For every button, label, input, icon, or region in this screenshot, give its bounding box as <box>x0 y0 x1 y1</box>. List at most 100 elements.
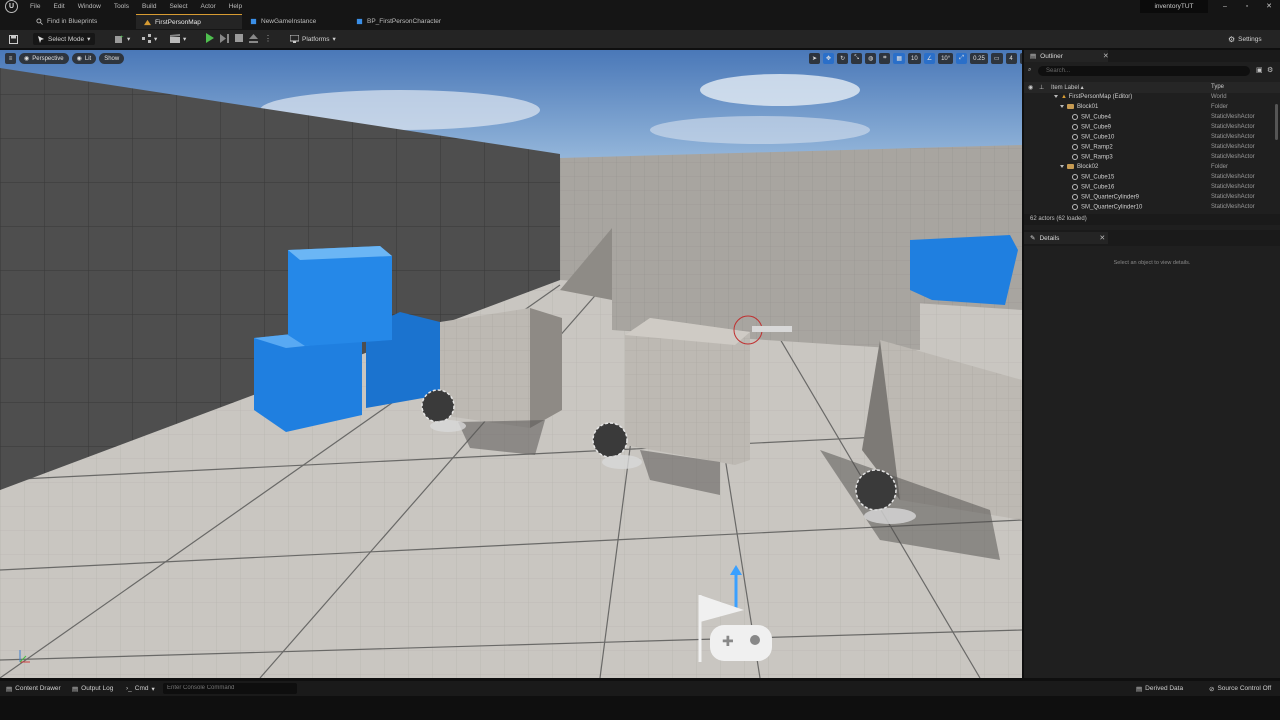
content-drawer-button[interactable]: ▤ Content Drawer <box>6 681 61 696</box>
menu-help[interactable]: Help <box>229 3 242 10</box>
outliner-row[interactable]: SM_Cube4 StaticMeshActor <box>1024 113 1272 123</box>
expander-icon[interactable] <box>1054 94 1058 98</box>
column-type-header[interactable]: Type <box>1211 84 1224 90</box>
scale-snap-value[interactable]: 0.25 <box>970 53 988 64</box>
blue-cube-right[interactable] <box>910 235 1018 305</box>
column-label-header[interactable]: Item Label ▴ <box>1051 84 1084 91</box>
row-label: SM_Cube15 <box>1081 174 1115 181</box>
add-actor-button[interactable]: + ▾ <box>115 34 130 43</box>
visibility-column-icon[interactable]: ◉ <box>1028 84 1033 91</box>
row-type: StaticMeshActor <box>1211 194 1255 200</box>
select-tool-icon[interactable]: ➤ <box>809 53 821 64</box>
add-folder-icon[interactable]: ▣ <box>1256 66 1263 74</box>
outliner-row[interactable]: SM_Ramp3 StaticMeshActor <box>1024 153 1272 163</box>
outliner-row[interactable]: Block02 Folder <box>1024 163 1272 173</box>
eject-icon[interactable] <box>249 33 258 43</box>
outliner-row[interactable]: SM_Cube9 StaticMeshActor <box>1024 123 1272 133</box>
row-label: FirstPersonMap (Editor) <box>1068 94 1133 100</box>
menu-build[interactable]: Build <box>142 3 156 10</box>
console-command-input[interactable] <box>163 683 297 694</box>
maximize-button[interactable]: ▫ <box>1236 0 1258 13</box>
save-icon[interactable] <box>9 35 18 44</box>
output-log-button[interactable]: ▤ Output Log <box>72 681 113 696</box>
viewport-menu-button[interactable]: ≡ <box>5 53 16 64</box>
outliner-row[interactable]: SM_QuarterCylinder10 StaticMeshActor <box>1024 203 1272 213</box>
derived-data-button[interactable]: ▤ Derived Data <box>1136 681 1183 696</box>
gear-icon[interactable]: ⚙ <box>1267 66 1273 74</box>
close-icon[interactable]: ✕ <box>1099 234 1105 242</box>
menu-tools[interactable]: Tools <box>114 3 129 10</box>
play-options-icon[interactable]: ⋮ <box>264 34 272 43</box>
document-tab-bar: Find in Blueprints FirstPersonMap NewGam… <box>0 13 1280 30</box>
minimize-button[interactable]: – <box>1214 0 1236 13</box>
outliner-row[interactable]: ▲ FirstPersonMap (Editor) World <box>1024 93 1272 103</box>
expander-icon[interactable] <box>1060 105 1064 108</box>
settings-label: Settings <box>1238 35 1262 43</box>
row-label: SM_QuarterCylinder9 <box>1081 194 1140 201</box>
menu-file[interactable]: File <box>30 3 40 10</box>
tab-bp-first-person-character[interactable]: BP_FirstPersonCharacter <box>348 14 449 29</box>
show-label: Show <box>104 55 120 62</box>
row-type: StaticMeshActor <box>1211 174 1255 180</box>
outliner-scrollbar[interactable] <box>1275 104 1278 140</box>
level-viewport[interactable]: ✚ ≡ ◉ Perspective ◉ Lit Show ➤ ✥ ↻ ⤡ ◍ ⌗ <box>0 50 1022 678</box>
play-controls: ⋮ <box>206 33 272 43</box>
grid-snap-icon[interactable]: ▦ <box>893 53 906 64</box>
camera-speed-value[interactable]: 4 <box>1005 53 1017 64</box>
tab-find-in-blueprints[interactable]: Find in Blueprints <box>28 14 105 29</box>
translate-tool-icon[interactable]: ✥ <box>823 53 835 64</box>
platforms-label: Platforms <box>302 35 330 43</box>
show-button[interactable]: Show <box>99 53 125 64</box>
tab-new-game-instance[interactable]: NewGameInstance <box>242 14 324 29</box>
outliner-row[interactable]: SM_QuarterCylinder9 StaticMeshActor <box>1024 193 1272 203</box>
maximize-viewport-icon[interactable]: ⛶ <box>1019 53 1022 64</box>
outliner-row[interactable]: SM_Ramp2 StaticMeshActor <box>1024 143 1272 153</box>
outliner-search-input[interactable]: Search... <box>1038 66 1250 76</box>
source-control-button[interactable]: ⊘ Source Control Off <box>1209 681 1271 696</box>
derived-data-label: Derived Data <box>1145 685 1184 692</box>
menu-actor[interactable]: Actor <box>201 3 216 10</box>
angle-snap-value[interactable]: 10° <box>938 53 954 64</box>
outliner-row[interactable]: Block01 Folder <box>1024 103 1272 113</box>
cmd-dropdown[interactable]: ›_ Cmd ▾ <box>126 681 155 696</box>
row-type: Folder <box>1211 164 1229 170</box>
unreal-logo-icon[interactable]: U <box>5 0 18 13</box>
outliner-tab[interactable]: ▤ Outliner ✕ <box>1024 50 1109 62</box>
step-icon[interactable] <box>220 33 229 43</box>
outliner-row[interactable]: SM_Cube10 StaticMeshActor <box>1024 133 1272 143</box>
cinematics-button[interactable]: ▾ <box>170 34 186 43</box>
close-icon[interactable]: ✕ <box>1103 52 1109 60</box>
close-window-button[interactable]: ✕ <box>1258 0 1280 13</box>
pin-column-icon[interactable]: ⊥ <box>1039 84 1044 91</box>
menu-edit[interactable]: Edit <box>53 3 64 10</box>
angle-snap-icon[interactable]: ∠ <box>923 53 936 64</box>
grid-snap-value[interactable]: 10 <box>908 53 921 64</box>
scene-render[interactable]: ✚ <box>0 50 1022 678</box>
derived-data-icon: ▤ <box>1136 685 1143 693</box>
rotate-tool-icon[interactable]: ↻ <box>837 53 849 64</box>
scale-snap-icon[interactable]: ⤢ <box>956 53 968 64</box>
settings-dropdown[interactable]: ⚙ Settings <box>1228 33 1262 45</box>
tab-first-person-map[interactable]: FirstPersonMap <box>136 14 242 29</box>
row-label: SM_Cube4 <box>1081 114 1112 121</box>
outliner-row[interactable]: SM_Cube16 StaticMeshActor <box>1024 183 1272 193</box>
outliner-row[interactable]: SM_Cube15 StaticMeshActor <box>1024 173 1272 183</box>
surface-snap-icon[interactable]: ⌗ <box>879 53 891 64</box>
scale-tool-icon[interactable]: ⤡ <box>851 53 863 64</box>
play-icon[interactable] <box>206 33 214 43</box>
expander-icon[interactable] <box>1060 165 1064 168</box>
camera-speed-icon[interactable]: ▭ <box>990 53 1003 64</box>
details-tab[interactable]: ✎ Details ✕ <box>1024 232 1108 244</box>
lit-button[interactable]: ◉ Lit <box>71 53 97 64</box>
add-actor-icon: + <box>115 35 124 43</box>
menu-select[interactable]: Select <box>169 3 187 10</box>
search-icon: ⌕ <box>1028 67 1032 73</box>
perspective-button[interactable]: ◉ Perspective <box>19 53 69 64</box>
platforms-dropdown[interactable]: Platforms ▾ <box>290 33 336 45</box>
blueprint-menu-button[interactable]: ▾ <box>142 34 157 43</box>
source-control-icon: ⊘ <box>1209 685 1215 693</box>
menu-window[interactable]: Window <box>78 3 101 10</box>
stop-icon[interactable] <box>235 34 243 42</box>
world-space-icon[interactable]: ◍ <box>865 53 877 64</box>
select-mode-dropdown[interactable]: Select Mode ▾ <box>33 33 96 45</box>
